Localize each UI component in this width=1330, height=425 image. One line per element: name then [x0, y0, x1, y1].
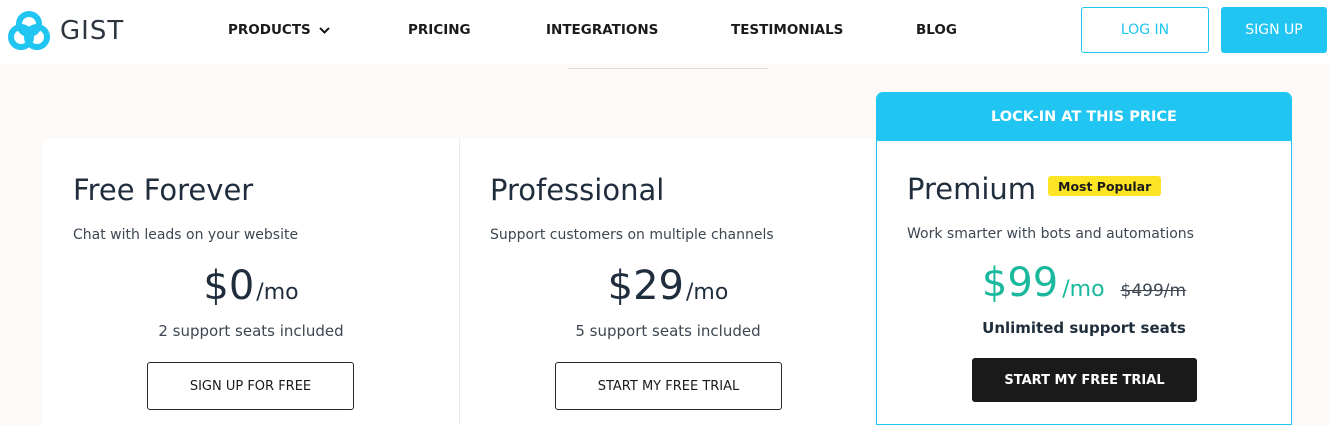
price-period: /mo [1062, 277, 1105, 302]
seats-info: Unlimited support seats [982, 319, 1186, 337]
nav-products[interactable]: PRODUCTS [228, 22, 330, 38]
price-amount: $0 [203, 263, 255, 309]
price-row: $29 /mo [460, 263, 876, 309]
price-period: /mo [256, 280, 299, 305]
plan-card-free: Free Forever Chat with leads on your web… [43, 139, 459, 425]
gist-logo-icon [8, 11, 50, 50]
nav-integrations[interactable]: INTEGRATIONS [546, 22, 658, 38]
price-amount: $29 [607, 263, 685, 309]
brand-name: GIST [60, 16, 125, 46]
lock-in-header: LOCK-IN AT THIS PRICE [877, 92, 1291, 141]
chevron-down-icon [319, 22, 330, 38]
nav-pricing[interactable]: PRICING [408, 22, 471, 38]
nav-products-label: PRODUCTS [228, 22, 311, 38]
price-amount: $99 [981, 260, 1059, 306]
plan-name: Professional [490, 173, 665, 207]
original-price: $499/m [1120, 281, 1187, 301]
plan-description: Support customers on multiple channels [490, 227, 774, 243]
price-period: /mo [686, 280, 729, 305]
plan-name: Premium [907, 172, 1037, 206]
plan-card-professional: Professional Support customers on multip… [459, 139, 876, 425]
plan-description: Work smarter with bots and automations [907, 226, 1194, 242]
top-nav: GIST PRODUCTS PRICING INTEGRATIONS TESTI… [0, 0, 1330, 64]
nav-blog[interactable]: BLOG [916, 22, 957, 38]
plan-card-premium: LOCK-IN AT THIS PRICE Premium Most Popul… [876, 92, 1292, 425]
gist-logo[interactable]: GIST [8, 10, 124, 52]
price-row: $99 /mo $499/m [877, 260, 1291, 306]
signup-free-button[interactable]: SIGN UP FOR FREE [147, 362, 354, 410]
signup-button[interactable]: SIGN UP [1221, 7, 1327, 53]
most-popular-badge: Most Popular [1048, 176, 1162, 196]
price-row: $0 /mo [43, 263, 459, 309]
login-button[interactable]: LOG IN [1081, 7, 1209, 53]
start-trial-button[interactable]: START MY FREE TRIAL [555, 362, 782, 410]
divider [568, 68, 768, 69]
seats-info: 2 support seats included [158, 322, 344, 340]
seats-info: 5 support seats included [575, 322, 761, 340]
plan-name: Free Forever [73, 173, 254, 207]
nav-testimonials[interactable]: TESTIMONIALS [731, 22, 843, 38]
start-trial-button[interactable]: START MY FREE TRIAL [972, 358, 1197, 402]
plan-description: Chat with leads on your website [73, 227, 299, 243]
